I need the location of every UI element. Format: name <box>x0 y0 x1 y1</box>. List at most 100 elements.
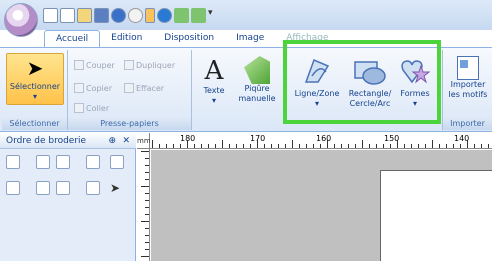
panel-tool-1-icon[interactable] <box>6 155 20 169</box>
pin-icon[interactable]: ⊕ <box>108 133 116 149</box>
ruler-tick <box>208 144 209 148</box>
ruler-tick <box>173 144 174 148</box>
duplicate-icon <box>124 60 134 70</box>
text-button[interactable]: A Texte ▾ <box>196 56 232 116</box>
erase-label: Effacer <box>136 83 165 93</box>
erase-button[interactable]: Effacer <box>124 83 164 93</box>
redo-icon[interactable] <box>191 7 206 23</box>
vertical-ruler <box>137 149 150 261</box>
color-dot-icon[interactable] <box>157 7 172 23</box>
panel-tool-8-icon[interactable] <box>56 181 70 195</box>
select-button[interactable]: ➤ Sélectionner ▾ <box>6 53 64 105</box>
ruler-tick <box>264 144 265 148</box>
ruler-tick <box>467 140 468 148</box>
close-icon[interactable]: ✕ <box>122 133 130 149</box>
cut-label: Couper <box>86 60 115 70</box>
panel-tool-7-icon[interactable] <box>36 181 50 195</box>
ruler-tick <box>194 144 195 148</box>
ruler-tick <box>292 140 293 148</box>
ruler-tick <box>145 193 149 194</box>
ruler-tick <box>145 242 149 243</box>
quick-access-toolbar: ▾ <box>43 6 218 24</box>
tab-edition[interactable]: Edition <box>100 30 153 47</box>
shape-dropdown-icon[interactable] <box>145 7 155 23</box>
ruler-tick <box>141 256 149 257</box>
ruler-tick <box>141 186 149 187</box>
clipboard-group: Couper Dupliquer Copier Effacer Coller P… <box>68 50 192 130</box>
ruler-tick <box>222 140 223 148</box>
dropdown-arrow-icon: ▾ <box>211 96 216 105</box>
ruler-tick <box>474 144 475 148</box>
select-group: ➤ Sélectionner ▾ Sélectionner <box>2 50 68 130</box>
manual-stitch-icon <box>244 56 270 84</box>
panel-tool-3-icon[interactable] <box>56 155 70 169</box>
ruler-tick <box>285 144 286 148</box>
horizontal-ruler: 180 170 160 150 140 <box>150 133 492 149</box>
ruler-tick <box>376 144 377 148</box>
ruler-tick <box>488 144 489 148</box>
customize-qat-icon[interactable]: ▾ <box>208 8 218 23</box>
lock-icon[interactable] <box>86 155 100 169</box>
ruler-tick <box>271 144 272 148</box>
template-icon[interactable] <box>60 7 75 23</box>
select-label: Sélectionner <box>9 82 61 91</box>
manual-stitch-label-1: Piqûre <box>244 84 270 93</box>
save-icon[interactable] <box>94 7 109 23</box>
manual-stitch-label-2: manuelle <box>238 94 276 103</box>
duplicate-label: Dupliquer <box>136 60 176 70</box>
ruler-tick <box>432 140 433 148</box>
ruler-tick <box>141 151 149 152</box>
duplicate-button[interactable]: Dupliquer <box>124 60 175 70</box>
tab-disposition[interactable]: Disposition <box>153 30 225 47</box>
open-folder-icon[interactable] <box>77 7 92 23</box>
paste-label: Coller <box>86 103 110 113</box>
panel-tool-5-icon[interactable] <box>110 155 124 169</box>
tab-accueil[interactable]: Accueil <box>44 30 101 47</box>
panel-tool-9-icon[interactable] <box>86 181 100 195</box>
ruler-tick <box>145 200 149 201</box>
ruler-tick <box>411 144 412 148</box>
manual-stitch-button[interactable]: Piqûre manuelle <box>236 56 278 116</box>
import-icon <box>457 56 479 80</box>
ruler-tick <box>257 140 258 148</box>
color-circle-icon[interactable] <box>111 7 126 23</box>
copy-icon <box>74 83 84 93</box>
undo-icon[interactable] <box>174 7 189 23</box>
cursor-tool-icon[interactable]: ➤ <box>110 181 120 195</box>
ruler-tick <box>418 144 419 148</box>
cut-button[interactable]: Couper <box>74 60 115 70</box>
ruler-label: 160 <box>316 134 332 143</box>
ruler-tick <box>159 144 160 148</box>
ruler-tick <box>348 144 349 148</box>
import-group-label: Importer <box>443 118 492 130</box>
dropdown-arrow-icon: ▾ <box>32 92 37 101</box>
highlight-box <box>283 40 441 124</box>
new-file-icon[interactable] <box>43 7 58 23</box>
paste-button[interactable]: Coller <box>74 103 109 113</box>
settings-gear-icon[interactable] <box>128 7 143 23</box>
ruler-tick <box>180 144 181 148</box>
ruler-tick <box>306 144 307 148</box>
hoop-page[interactable] <box>380 170 492 261</box>
ruler-tick <box>383 144 384 148</box>
ruler-tick <box>341 144 342 148</box>
panel-tool-2-icon[interactable] <box>36 155 50 169</box>
ruler-tick <box>390 144 391 148</box>
arrow-cursor-icon: ➤ <box>26 56 44 80</box>
import-patterns-button[interactable]: Importer les motifs <box>447 56 489 114</box>
panel-header: Ordre de broderie ⊕ ✕ <box>0 133 136 149</box>
ruler-tick <box>152 140 153 148</box>
ruler-tick <box>145 214 149 215</box>
scissors-icon <box>74 60 84 70</box>
panel-tool-6-icon[interactable] <box>6 181 20 195</box>
ruler-tick <box>145 235 149 236</box>
ruler-tick <box>299 144 300 148</box>
application-menu-button[interactable] <box>4 3 38 37</box>
ruler-tick <box>313 144 314 148</box>
tab-image[interactable]: Image <box>225 30 275 47</box>
copy-button[interactable]: Copier <box>74 83 112 93</box>
ruler-tick <box>334 144 335 148</box>
ruler-tick <box>453 144 454 148</box>
import-label-1: Importer <box>450 80 486 89</box>
ruler-tick <box>404 144 405 148</box>
